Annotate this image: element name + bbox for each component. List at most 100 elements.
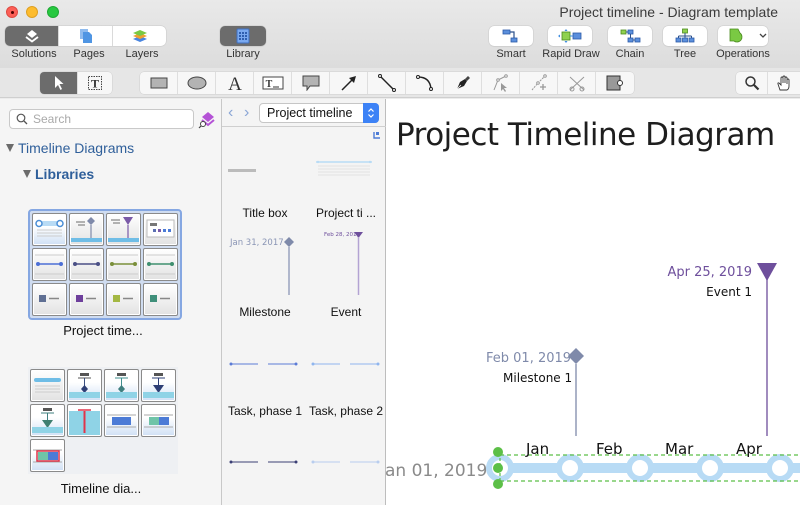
lib-cell: [143, 283, 178, 316]
close-window-button[interactable]: [6, 6, 18, 18]
arrow-tool[interactable]: [330, 72, 368, 94]
text-select-tool[interactable]: T: [78, 72, 112, 94]
library-item-title-box[interactable]: Title box: [225, 206, 305, 220]
tree-root-label: Timeline Diagrams: [18, 140, 135, 156]
diagram-title[interactable]: Project Timeline Diagram: [396, 117, 775, 153]
rapid-draw-button[interactable]: [548, 26, 592, 46]
chevron-down-icon[interactable]: [758, 32, 768, 40]
timeline-node[interactable]: [556, 454, 584, 482]
view-tool-group: [736, 72, 800, 94]
month-label-apr[interactable]: Apr: [736, 440, 762, 458]
task-phase-3-preview[interactable]: [228, 459, 388, 465]
month-label-feb[interactable]: Feb: [596, 440, 623, 458]
selection-handle[interactable]: [493, 447, 503, 457]
arc-tool[interactable]: [406, 72, 444, 94]
pages-tab[interactable]: [59, 26, 113, 46]
milestone-preview-date: Jan 31, 2017: [230, 238, 284, 248]
hand-tool[interactable]: [768, 72, 800, 94]
library-label-project-timeline[interactable]: Project time...: [28, 323, 178, 338]
milestone-date[interactable]: Feb 01, 2019: [486, 351, 571, 366]
library-item-project-timeline[interactable]: Project ti ...: [306, 206, 386, 220]
scissors-icon: [569, 76, 584, 92]
smart-button[interactable]: [489, 26, 533, 46]
callout-tool[interactable]: [292, 72, 330, 94]
scissors-tool[interactable]: [558, 72, 596, 94]
operations-icon: [729, 28, 743, 43]
edit-points-icon: [493, 74, 508, 92]
library-item-task-phase-2[interactable]: Task, phase 2: [306, 404, 386, 418]
month-label-jan[interactable]: Jan: [526, 440, 549, 458]
pen-tool[interactable]: [444, 72, 482, 94]
event-label[interactable]: Event 1: [706, 285, 752, 299]
solutions-sidebar: Timeline Diagrams Libraries Project time…: [0, 99, 222, 505]
milestone-preview[interactable]: [282, 237, 296, 297]
expand-panel-icon[interactable]: [373, 131, 381, 139]
search-input[interactable]: [33, 112, 183, 126]
timeline-node[interactable]: [626, 454, 654, 482]
timeline-node[interactable]: [696, 454, 724, 482]
timeline-start-date[interactable]: Jan 01, 2019: [386, 461, 487, 481]
tree-label: Tree: [673, 48, 697, 60]
disclosure-triangle-icon[interactable]: [23, 170, 31, 178]
chain-icon: [620, 29, 641, 43]
text-box-tool[interactable]: T: [254, 72, 292, 94]
selection-handle[interactable]: [493, 479, 503, 489]
add-point-tool[interactable]: [520, 72, 558, 94]
lib-cell: [32, 248, 67, 281]
solutions-icon: [24, 30, 39, 43]
lib-cell: [67, 404, 102, 437]
month-label-mar[interactable]: Mar: [665, 440, 693, 458]
operations-button[interactable]: [718, 26, 768, 46]
milestone-marker[interactable]: [566, 347, 586, 437]
task-phase-1-preview[interactable]: [228, 361, 388, 367]
zoom-tool[interactable]: [736, 72, 768, 94]
tree-item-libraries[interactable]: Libraries: [23, 166, 94, 182]
text-tool[interactable]: A: [216, 72, 254, 94]
timeline-node[interactable]: [766, 454, 794, 482]
insert-image-tool[interactable]: [596, 72, 634, 94]
chain-button[interactable]: [608, 26, 652, 46]
back-arrow-icon[interactable]: ‹: [228, 104, 233, 122]
disclosure-triangle-icon[interactable]: [6, 144, 14, 152]
event-date[interactable]: Apr 25, 2019: [667, 265, 752, 280]
selection-tool-group: T: [40, 72, 112, 94]
lib-cell: [30, 369, 65, 402]
rectangle-tool[interactable]: [140, 72, 178, 94]
library-select-value: Project timeline: [267, 106, 353, 120]
selection-handle[interactable]: [493, 463, 503, 473]
milestone-label[interactable]: Milestone 1: [503, 371, 572, 385]
zoom-window-button[interactable]: [47, 6, 59, 18]
solutions-tab[interactable]: [5, 26, 59, 46]
library-item-event[interactable]: Event: [306, 305, 386, 319]
library-item-milestone[interactable]: Milestone: [225, 305, 305, 319]
shape-tool-group: A T: [140, 72, 634, 94]
search-field[interactable]: [9, 109, 194, 129]
app-window: Project timeline - Diagram template Solu…: [0, 0, 800, 505]
layers-tab[interactable]: [113, 26, 166, 46]
edit-points-tool[interactable]: [482, 72, 520, 94]
ellipse-tool[interactable]: [178, 72, 216, 94]
forward-arrow-icon[interactable]: ›: [244, 104, 249, 122]
library-thumbnail-timeline-diagrams[interactable]: [28, 367, 178, 474]
library-item-task-phase-1[interactable]: Task, phase 1: [225, 404, 305, 418]
tree-button[interactable]: [663, 26, 707, 46]
library-button[interactable]: [220, 26, 266, 46]
tree-item-timeline-diagrams[interactable]: Timeline Diagrams: [6, 140, 134, 156]
library-select[interactable]: Project timeline: [259, 103, 379, 123]
pointer-tool[interactable]: [40, 72, 78, 94]
search-icon: [16, 113, 28, 125]
line-tool[interactable]: [368, 72, 406, 94]
library-thumbnail-project-timeline[interactable]: [28, 209, 182, 320]
insert-image-icon: [606, 75, 623, 91]
magnifier-icon: [744, 76, 759, 91]
event-preview[interactable]: [353, 231, 365, 297]
minimize-window-button[interactable]: [26, 6, 38, 18]
library-label-timeline-diagrams[interactable]: Timeline dia...: [28, 481, 174, 496]
layers-label: Layers: [125, 48, 159, 60]
drawing-canvas[interactable]: Project Timeline Diagram Apr 25, 2019 Ev…: [386, 99, 800, 505]
select-stepper-icon[interactable]: [363, 103, 379, 123]
event-marker[interactable]: [756, 262, 778, 437]
title-box-preview[interactable]: [228, 162, 298, 172]
solution-browser-icon[interactable]: [198, 111, 216, 129]
project-timeline-preview[interactable]: [310, 157, 380, 181]
